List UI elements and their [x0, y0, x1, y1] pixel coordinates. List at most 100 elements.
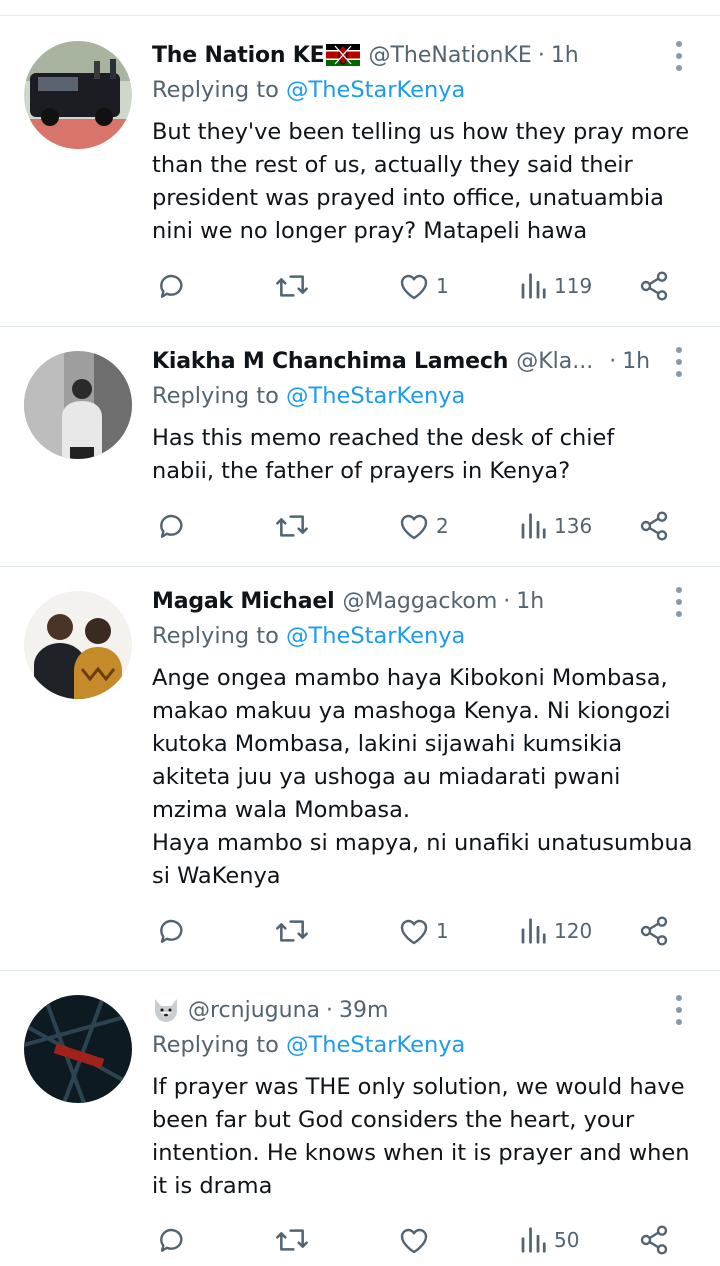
like-button[interactable]: 1 — [398, 911, 449, 951]
share-button[interactable] — [638, 1220, 670, 1260]
like-button[interactable] — [398, 1220, 436, 1260]
user-handle[interactable]: @Kla... — [516, 349, 593, 374]
replying-to: Replying to @TheStarKenya — [152, 383, 465, 409]
replying-label: Replying to — [152, 1032, 279, 1058]
action-bar: 50 — [152, 1220, 692, 1260]
views-icon — [521, 918, 546, 944]
timestamp[interactable]: 1h — [622, 349, 650, 374]
user-handle[interactable]: @TheNationKE — [368, 43, 531, 68]
reply-button[interactable] — [156, 506, 188, 546]
view-count: 120 — [554, 919, 593, 943]
replying-label: Replying to — [152, 77, 279, 103]
replying-to: Replying to @TheStarKenya — [152, 623, 465, 649]
replying-label: Replying to — [152, 623, 279, 649]
views-icon — [521, 273, 546, 299]
views-icon — [521, 1227, 546, 1253]
avatar[interactable] — [24, 995, 132, 1103]
views-button[interactable]: 50 — [518, 1220, 579, 1260]
avatar[interactable] — [24, 41, 132, 149]
tweet-3[interactable]: Magak Michael @Maggackom · 1h Replying t… — [0, 567, 720, 971]
tweet-text: But they've been telling us how they pra… — [152, 119, 690, 244]
tweet-text: If prayer was THE only solution, we woul… — [152, 1074, 690, 1199]
tweet-4[interactable]: @rcnjuguna · 39m Replying to @TheStarKen… — [0, 971, 720, 1266]
reply-icon — [160, 274, 183, 298]
share-icon — [640, 271, 668, 301]
views-icon — [521, 513, 546, 539]
action-bar: 2 136 — [152, 506, 692, 546]
like-count: 1 — [436, 274, 449, 298]
share-button[interactable] — [638, 266, 670, 306]
user-handle[interactable]: @rcnjuguna — [188, 998, 320, 1023]
wolf-emoji-icon — [152, 997, 180, 1023]
view-count: 136 — [554, 514, 593, 538]
display-name[interactable]: The Nation KE — [152, 43, 325, 68]
retweet-icon — [276, 1229, 308, 1251]
reply-icon — [160, 514, 183, 538]
tweet-header: Kiakha M Chanchima Lamech @Kla... · 1h — [152, 345, 660, 377]
retweet-button[interactable] — [274, 506, 310, 546]
replying-to: Replying to @TheStarKenya — [152, 77, 465, 103]
like-button[interactable]: 2 — [398, 506, 449, 546]
more-options-icon[interactable] — [672, 347, 686, 377]
tweet-header: @rcnjuguna · 39m — [152, 994, 660, 1026]
avatar[interactable] — [24, 591, 132, 699]
separator: · — [609, 348, 617, 374]
top-divider — [0, 0, 720, 16]
tweet-1[interactable]: The Nation KE @TheNationKE · 1h Replying… — [0, 17, 720, 327]
replying-to: Replying to @TheStarKenya — [152, 1032, 465, 1058]
view-count: 50 — [554, 1228, 580, 1252]
reply-mention-link[interactable]: @TheStarKenya — [286, 1032, 465, 1058]
like-count: 2 — [436, 514, 449, 538]
like-button[interactable]: 1 — [398, 266, 449, 306]
retweet-button[interactable] — [274, 266, 310, 306]
tweet-text: Has this memo reached the desk of chief … — [152, 425, 615, 484]
retweet-icon — [276, 515, 308, 537]
retweet-icon — [276, 275, 308, 297]
retweet-button[interactable] — [274, 911, 310, 951]
retweet-button[interactable] — [274, 1220, 310, 1260]
views-button[interactable]: 120 — [518, 911, 592, 951]
timestamp[interactable]: 1h — [551, 43, 579, 68]
share-icon — [640, 511, 668, 541]
share-icon — [640, 916, 668, 946]
action-bar: 1 119 — [152, 266, 692, 306]
more-options-icon[interactable] — [672, 41, 686, 71]
tweet-text: Ange ongea mambo haya Kibokoni Mombasa, … — [152, 665, 693, 889]
timestamp[interactable]: 39m — [339, 998, 388, 1023]
heart-icon — [400, 1228, 428, 1254]
reply-button[interactable] — [156, 1220, 188, 1260]
retweet-icon — [276, 920, 308, 942]
heart-icon — [400, 274, 428, 300]
more-options-icon[interactable] — [672, 995, 686, 1025]
display-name[interactable]: Magak Michael — [152, 589, 335, 614]
reply-icon — [160, 1228, 183, 1252]
reply-mention-link[interactable]: @TheStarKenya — [286, 623, 465, 649]
heart-icon — [400, 514, 428, 540]
share-button[interactable] — [638, 911, 670, 951]
avatar[interactable] — [24, 351, 132, 459]
reply-button[interactable] — [156, 911, 188, 951]
reply-button[interactable] — [156, 266, 188, 306]
separator: · — [503, 588, 511, 614]
user-handle[interactable]: @Maggackom — [342, 589, 497, 614]
reply-mention-link[interactable]: @TheStarKenya — [286, 383, 465, 409]
tweet-header: The Nation KE @TheNationKE · 1h — [152, 39, 660, 71]
reply-mention-link[interactable]: @TheStarKenya — [286, 77, 465, 103]
separator: · — [537, 42, 545, 68]
views-button[interactable]: 119 — [518, 266, 592, 306]
kenya-flag-icon — [326, 44, 361, 66]
views-button[interactable]: 136 — [518, 506, 592, 546]
action-bar: 1 120 — [152, 911, 692, 951]
tweet-2[interactable]: Kiakha M Chanchima Lamech @Kla... · 1h R… — [0, 327, 720, 567]
tweet-header: Magak Michael @Maggackom · 1h — [152, 585, 660, 617]
display-name[interactable]: Kiakha M Chanchima Lamech — [152, 349, 508, 374]
timestamp[interactable]: 1h — [516, 589, 544, 614]
share-button[interactable] — [638, 506, 670, 546]
replying-label: Replying to — [152, 383, 279, 409]
share-icon — [640, 1225, 668, 1255]
heart-icon — [400, 919, 428, 945]
view-count: 119 — [554, 274, 593, 298]
reply-icon — [160, 919, 183, 943]
like-count: 1 — [436, 919, 449, 943]
more-options-icon[interactable] — [672, 587, 686, 617]
